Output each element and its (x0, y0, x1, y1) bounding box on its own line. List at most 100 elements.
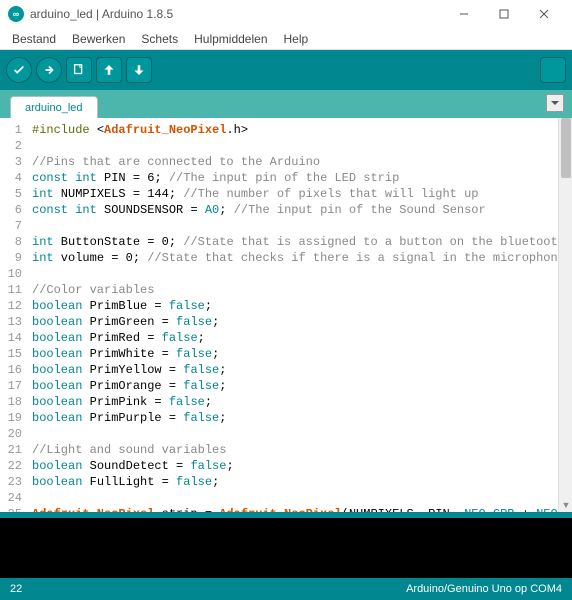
line-number: 10 (0, 266, 28, 282)
menu-tools[interactable]: Hulpmiddelen (186, 32, 275, 46)
tab-bar: arduino_led (0, 90, 572, 118)
code-content[interactable] (28, 426, 558, 442)
line-number: 21 (0, 442, 28, 458)
editor-area: 1#include <Adafruit_NeoPixel.h>23//Pins … (0, 118, 572, 512)
line-number: 7 (0, 218, 28, 234)
code-content[interactable]: int volume = 0; //State that checks if t… (28, 250, 558, 266)
line-number: 5 (0, 186, 28, 202)
line-number: 6 (0, 202, 28, 218)
code-content[interactable]: //Color variables (28, 282, 558, 298)
code-line[interactable]: 19boolean PrimPurple = false; (0, 410, 558, 426)
code-line[interactable]: 25Adafruit_NeoPixel strip = Adafruit_Neo… (0, 506, 558, 512)
code-content[interactable]: boolean PrimWhite = false; (28, 346, 558, 362)
code-content[interactable] (28, 490, 558, 506)
code-line[interactable]: 20 (0, 426, 558, 442)
code-content[interactable]: boolean PrimBlue = false; (28, 298, 558, 314)
line-number: 12 (0, 298, 28, 314)
code-line[interactable]: 1#include <Adafruit_NeoPixel.h> (0, 122, 558, 138)
code-content[interactable] (28, 138, 558, 154)
vertical-scrollbar[interactable]: ▲ ▼ (558, 118, 572, 512)
code-content[interactable]: boolean FullLight = false; (28, 474, 558, 490)
tab-sketch[interactable]: arduino_led (10, 96, 98, 118)
code-line[interactable]: 13boolean PrimGreen = false; (0, 314, 558, 330)
code-content[interactable]: boolean PrimPurple = false; (28, 410, 558, 426)
code-line[interactable]: 2 (0, 138, 558, 154)
code-content[interactable] (28, 218, 558, 234)
code-content[interactable]: boolean PrimOrange = false; (28, 378, 558, 394)
code-line[interactable]: 17boolean PrimOrange = false; (0, 378, 558, 394)
status-line-number: 22 (10, 583, 406, 595)
code-content[interactable]: const int PIN = 6; //The input pin of th… (28, 170, 558, 186)
code-line[interactable]: 24 (0, 490, 558, 506)
serial-monitor-button[interactable] (540, 57, 566, 83)
new-button[interactable] (66, 57, 92, 83)
code-content[interactable]: #include <Adafruit_NeoPixel.h> (28, 122, 558, 138)
title-bar: ∞ arduino_led | Arduino 1.8.5 (0, 0, 572, 28)
code-line[interactable]: 14boolean PrimRed = false; (0, 330, 558, 346)
line-number: 3 (0, 154, 28, 170)
code-line[interactable]: 3//Pins that are connected to the Arduin… (0, 154, 558, 170)
code-content[interactable]: int ButtonState = 0; //State that is ass… (28, 234, 558, 250)
minimize-button[interactable] (444, 0, 484, 28)
code-line[interactable]: 15boolean PrimWhite = false; (0, 346, 558, 362)
line-number: 15 (0, 346, 28, 362)
code-content[interactable]: boolean PrimGreen = false; (28, 314, 558, 330)
code-content[interactable]: Adafruit_NeoPixel strip = Adafruit_NeoPi… (28, 506, 558, 512)
code-line[interactable]: 7 (0, 218, 558, 234)
code-content[interactable]: boolean SoundDetect = false; (28, 458, 558, 474)
line-number: 4 (0, 170, 28, 186)
upload-button[interactable] (36, 57, 62, 83)
code-line[interactable]: 6const int SOUNDSENSOR = A0; //The input… (0, 202, 558, 218)
code-content[interactable]: boolean PrimPink = false; (28, 394, 558, 410)
code-line[interactable]: 4const int PIN = 6; //The input pin of t… (0, 170, 558, 186)
code-content[interactable]: int NUMPIXELS = 144; //The number of pix… (28, 186, 558, 202)
line-number: 14 (0, 330, 28, 346)
line-number: 11 (0, 282, 28, 298)
toolbar (0, 50, 572, 90)
code-content[interactable]: boolean PrimYellow = false; (28, 362, 558, 378)
scroll-down-icon[interactable]: ▼ (559, 498, 572, 512)
line-number: 8 (0, 234, 28, 250)
line-number: 9 (0, 250, 28, 266)
line-number: 23 (0, 474, 28, 490)
code-content[interactable]: const int SOUNDSENSOR = A0; //The input … (28, 202, 558, 218)
verify-button[interactable] (6, 57, 32, 83)
menu-bar: Bestand Bewerken Schets Hulpmiddelen Hel… (0, 28, 572, 50)
code-line[interactable]: 18boolean PrimPink = false; (0, 394, 558, 410)
output-console[interactable] (0, 518, 572, 578)
code-line[interactable]: 12boolean PrimBlue = false; (0, 298, 558, 314)
line-number: 25 (0, 506, 28, 512)
code-content[interactable] (28, 266, 558, 282)
line-number: 24 (0, 490, 28, 506)
menu-file[interactable]: Bestand (4, 32, 64, 46)
open-button[interactable] (96, 57, 122, 83)
maximize-button[interactable] (484, 0, 524, 28)
menu-sketch[interactable]: Schets (133, 32, 186, 46)
code-line[interactable]: 22boolean SoundDetect = false; (0, 458, 558, 474)
code-line[interactable]: 9int volume = 0; //State that checks if … (0, 250, 558, 266)
code-line[interactable]: 16boolean PrimYellow = false; (0, 362, 558, 378)
line-number: 17 (0, 378, 28, 394)
code-line[interactable]: 5int NUMPIXELS = 144; //The number of pi… (0, 186, 558, 202)
code-content[interactable]: boolean PrimRed = false; (28, 330, 558, 346)
line-number: 20 (0, 426, 28, 442)
line-number: 13 (0, 314, 28, 330)
code-editor[interactable]: 1#include <Adafruit_NeoPixel.h>23//Pins … (0, 118, 558, 512)
line-number: 19 (0, 410, 28, 426)
menu-help[interactable]: Help (276, 32, 317, 46)
line-number: 2 (0, 138, 28, 154)
menu-edit[interactable]: Bewerken (64, 32, 133, 46)
status-board: Arduino/Genuino Uno op COM4 (406, 583, 562, 595)
code-line[interactable]: 11//Color variables (0, 282, 558, 298)
close-button[interactable] (524, 0, 564, 28)
code-line[interactable]: 10 (0, 266, 558, 282)
code-line[interactable]: 23boolean FullLight = false; (0, 474, 558, 490)
code-content[interactable]: //Light and sound variables (28, 442, 558, 458)
save-button[interactable] (126, 57, 152, 83)
tab-menu-button[interactable] (546, 94, 564, 112)
scrollbar-thumb[interactable] (561, 118, 571, 178)
code-line[interactable]: 8int ButtonState = 0; //State that is as… (0, 234, 558, 250)
arduino-logo-icon: ∞ (8, 6, 24, 22)
code-content[interactable]: //Pins that are connected to the Arduino (28, 154, 558, 170)
code-line[interactable]: 21//Light and sound variables (0, 442, 558, 458)
